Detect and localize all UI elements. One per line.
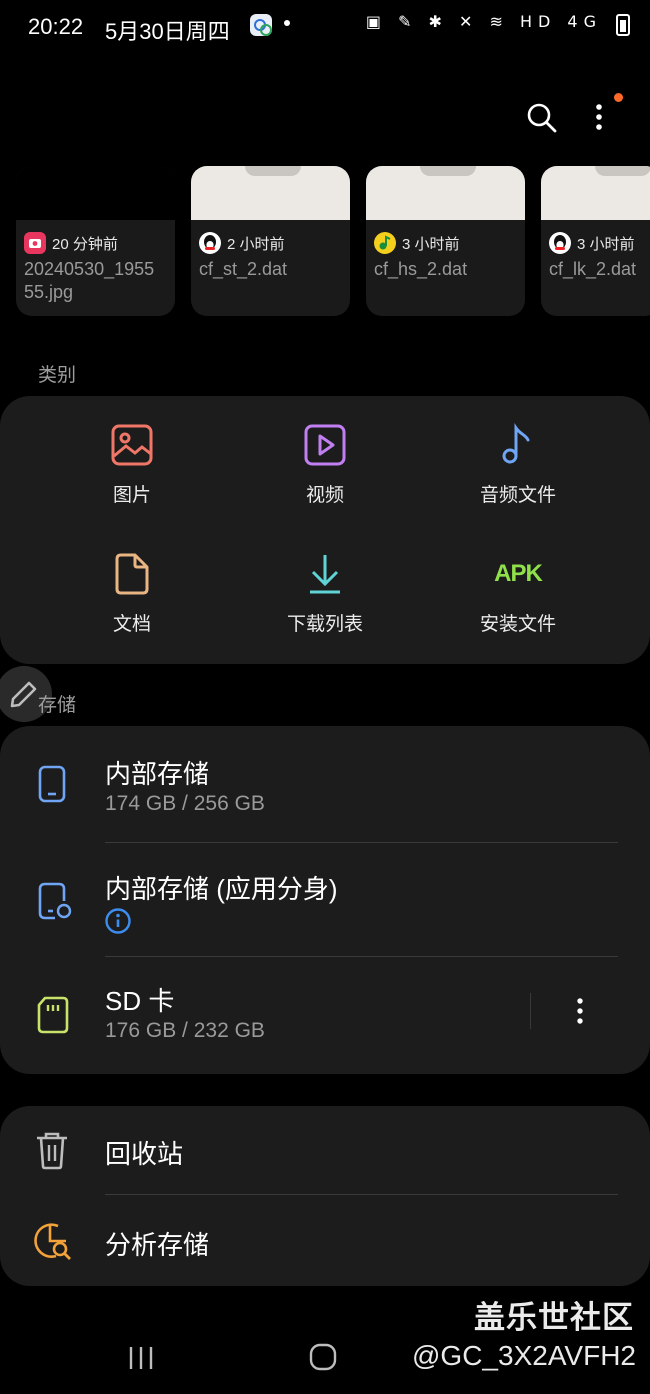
battery-icon <box>616 14 630 36</box>
file-name: cf_lk_2.dat <box>549 259 637 279</box>
tool-title: 分析存储 <box>105 1230 210 1260</box>
storage-title: SD 卡 <box>105 986 175 1016</box>
file-name: cf_st_2.dat <box>199 259 288 279</box>
file-time: 2 小时前 <box>227 235 285 253</box>
internal-storage-item[interactable]: 内部存储 174 GB / 256 GB <box>0 726 650 842</box>
storage-usage: 176 GB / 232 GB <box>105 1019 265 1042</box>
info-icon[interactable] <box>104 907 132 935</box>
qq-penguin-icon <box>199 232 221 254</box>
tools-panel: 回收站 分析存储 <box>0 1106 650 1286</box>
recent-file-card[interactable]: 3 小时前 cf_hs_2.dat <box>366 166 525 316</box>
category-label: 视频 <box>305 485 344 506</box>
file-name: 20240530_1955 55.jpg <box>24 259 155 302</box>
categories-panel: 图片 视频 音频文件 文档 下载列表 APK 安装文件 <box>0 396 650 664</box>
analyze-storage-icon <box>34 1223 71 1260</box>
recent-files-strip[interactable]: 20 分钟前 20240530_1955 55.jpg 2 小时前 cf_st_… <box>0 166 650 318</box>
qq-music-icon <box>374 232 396 254</box>
sd-card-icon <box>37 996 69 1034</box>
trash-icon <box>37 1132 67 1170</box>
notification-badge <box>614 93 623 102</box>
storage-usage: 174 GB / 256 GB <box>105 792 265 815</box>
category-label: 图片 <box>112 485 151 506</box>
status-bar: 20:22 5月30日周四 ▣ ✎ ✱ ✕ ≋ HD 4G <box>0 0 650 56</box>
file-name: cf_hs_2.dat <box>374 259 468 279</box>
category-apk[interactable]: APK 安装文件 <box>428 551 608 636</box>
file-thumbnail <box>366 166 525 220</box>
category-label: 下载列表 <box>286 614 363 635</box>
category-label: 安装文件 <box>479 614 556 635</box>
category-label: 音频文件 <box>479 485 556 506</box>
document-icon <box>109 551 155 597</box>
file-thumbnail <box>541 166 650 220</box>
category-label: 文档 <box>112 614 151 635</box>
analyze-storage-item[interactable]: 分析存储 <box>0 1195 650 1286</box>
storage-heading: 存储 <box>38 695 77 716</box>
dual-app-storage-item[interactable]: 内部存储 (应用分身) <box>0 843 650 956</box>
recent-file-card[interactable]: 20 分钟前 20240530_1955 55.jpg <box>16 166 175 316</box>
music-note-icon <box>495 422 541 468</box>
file-time: 3 小时前 <box>402 235 460 253</box>
status-time: 20:22 <box>28 14 84 39</box>
dual-app-phone-icon <box>38 882 72 920</box>
file-time: 20 分钟前 <box>52 235 118 253</box>
app-notification-icon <box>250 14 272 36</box>
recent-file-card[interactable]: 2 小时前 cf_st_2.dat <box>191 166 350 316</box>
storage-title: 内部存储 <box>105 759 210 789</box>
sd-card-item[interactable]: SD 卡 176 GB / 232 GB <box>0 957 650 1074</box>
category-audio[interactable]: 音频文件 <box>428 422 608 507</box>
file-thumbnail <box>16 166 175 220</box>
apk-icon: APK <box>494 560 543 587</box>
home-button[interactable] <box>308 1342 338 1372</box>
phone-icon <box>38 765 66 803</box>
status-icons: ▣ ✎ ✱ ✕ ≋ HD 4G <box>365 12 602 31</box>
sd-more-options-button[interactable] <box>566 995 594 1027</box>
file-time: 3 小时前 <box>577 235 635 253</box>
navigation-bar <box>0 1330 650 1394</box>
more-notifications-dot-icon <box>284 20 290 26</box>
more-vertical-icon <box>596 104 602 130</box>
more-options-button[interactable] <box>582 98 616 138</box>
image-icon <box>109 422 155 468</box>
search-button[interactable] <box>522 98 562 138</box>
recents-button[interactable] <box>126 1344 156 1372</box>
recent-file-card[interactable]: 3 小时前 cf_lk_2.dat <box>541 166 650 316</box>
video-icon <box>302 422 348 468</box>
storage-title: 内部存储 (应用分身) <box>105 874 338 904</box>
camera-icon <box>24 232 46 254</box>
qq-penguin-icon <box>549 232 571 254</box>
categories-heading: 类别 <box>38 365 77 386</box>
storage-panel: 内部存储 174 GB / 256 GB 内部存储 (应用分身) SD 卡 17… <box>0 726 650 1074</box>
category-downloads[interactable]: 下载列表 <box>235 551 415 636</box>
file-thumbnail <box>191 166 350 220</box>
category-videos[interactable]: 视频 <box>235 422 415 507</box>
search-icon <box>527 103 557 133</box>
recycle-bin-item[interactable]: 回收站 <box>0 1106 650 1194</box>
download-icon <box>302 551 348 597</box>
category-documents[interactable]: 文档 <box>42 551 222 636</box>
status-date: 5月30日周四 <box>105 19 230 44</box>
tool-title: 回收站 <box>105 1139 184 1169</box>
category-images[interactable]: 图片 <box>42 422 222 507</box>
divider <box>530 993 531 1029</box>
